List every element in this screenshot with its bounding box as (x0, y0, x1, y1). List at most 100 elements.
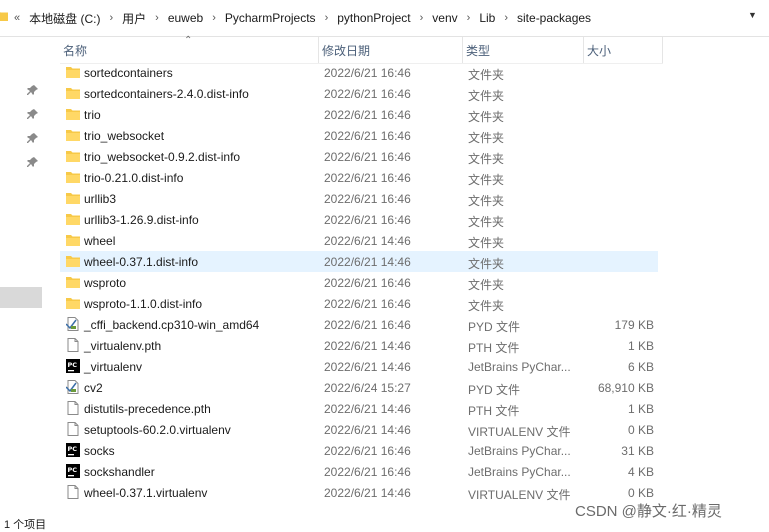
file-row[interactable]: trio_websocket-0.9.2.dist-info 2022/6/21 … (60, 146, 658, 167)
file-type: 文件夹 (468, 299, 505, 313)
breadcrumb-separator-icon[interactable]: › (420, 12, 424, 24)
folder-icon (66, 172, 80, 183)
pycharm-icon: PC (66, 464, 80, 478)
breadcrumb-overflow[interactable]: « (14, 12, 20, 24)
breadcrumb-item[interactable]: site-packages (517, 11, 591, 25)
address-bar[interactable]: « 本地磁盘 (C:) › 用户 › euweb › PycharmProjects › pyt… (0, 0, 769, 37)
file-date: 2022/6/21 16:46 (324, 276, 411, 290)
watermark: CSDN @静文·红·精灵 (575, 503, 722, 520)
file-row[interactable]: cv2 2022/6/24 15:27 PYD 文件 68,910 KB (60, 377, 658, 398)
file-date: 2022/6/21 16:46 (324, 465, 411, 479)
file-row[interactable]: _cffi_backend.cp310-win_amd64 2022/6/21 1… (60, 314, 658, 335)
file-type: 文件夹 (468, 215, 505, 229)
file-date: 2022/6/21 16:46 (324, 297, 411, 311)
file-name: wheel-0.37.1.virtualenv (84, 486, 208, 500)
svg-text:PC: PC (68, 466, 78, 474)
breadcrumb-item[interactable]: pythonProject (337, 11, 410, 25)
file-row[interactable]: sortedcontainers-2.4.0.dist-info 2022/6/2… (60, 83, 658, 104)
file-name: cv2 (84, 381, 103, 395)
file-type: VIRTUALENV 文件 (468, 425, 571, 439)
pycharm-icon: PC (66, 443, 80, 457)
file-size: 1 KB (627, 402, 654, 416)
folder-icon (66, 277, 80, 288)
file-name: wheel-0.37.1.dist-info (84, 255, 199, 269)
file-date: 2022/6/21 16:46 (324, 108, 411, 122)
file-date: 2022/6/21 14:46 (324, 360, 411, 374)
file-row[interactable]: PC socks 2022/6/21 16:46 JetBrains PyChar..… (60, 440, 658, 461)
file-type: JetBrains PyChar... (468, 444, 571, 458)
breadcrumb-item[interactable]: Lib (479, 11, 495, 25)
file-row[interactable]: sortedcontainers 2022/6/21 16:46 文件夹 (60, 62, 658, 83)
file-icon (67, 401, 79, 415)
file-type: PTH 文件 (468, 404, 520, 418)
file-row[interactable]: _virtualenv.pth 2022/6/21 14:46 PTH 文件 1 KB (60, 335, 658, 356)
breadcrumb-separator-icon[interactable]: › (212, 12, 216, 24)
file-date: 2022/6/21 16:46 (324, 171, 411, 185)
breadcrumb-item[interactable]: 本地磁盘 (C:) (29, 10, 100, 27)
folder-icon (66, 256, 80, 267)
breadcrumb-separator-icon[interactable]: › (325, 12, 329, 24)
file-type: PTH 文件 (468, 341, 520, 355)
folder-icon (66, 298, 80, 309)
file-row[interactable]: wheel-0.37.1.virtualenv 2022/6/21 14:46 VI… (60, 482, 658, 503)
breadcrumb: « 本地磁盘 (C:) › 用户 › euweb › PycharmProjects › pyt… (14, 10, 591, 26)
folder-icon (66, 109, 80, 120)
file-type: 文件夹 (468, 257, 505, 271)
breadcrumb-item[interactable]: euweb (168, 11, 203, 25)
file-icon (67, 485, 79, 499)
file-row[interactable]: trio 2022/6/21 16:46 文件夹 (60, 104, 658, 125)
breadcrumb-separator-icon[interactable]: › (109, 12, 113, 24)
file-row[interactable]: wsproto 2022/6/21 16:46 文件夹 (60, 272, 658, 293)
breadcrumb-item[interactable]: PycharmProjects (225, 11, 316, 25)
pin-icon (27, 109, 38, 119)
nav-selected-item[interactable] (0, 287, 42, 308)
file-row[interactable]: wsproto-1.1.0.dist-info 2022/6/21 16:46 文件… (60, 293, 658, 314)
file-date: 2022/6/21 14:46 (324, 423, 411, 437)
file-type: PYD 文件 (468, 320, 521, 334)
navigation-pane[interactable] (0, 37, 43, 515)
svg-text:PC: PC (68, 445, 78, 453)
folder-icon (66, 214, 80, 225)
file-row[interactable]: trio-0.21.0.dist-info 2022/6/21 16:46 文件夹 (60, 167, 658, 188)
status-bar-text: 1 个项目 (4, 519, 47, 531)
file-list[interactable]: sortedcontainers 2022/6/21 16:46 文件夹 sorted… (60, 52, 663, 517)
breadcrumb-item[interactable]: 用户 (122, 10, 146, 27)
file-date: 2022/6/21 16:46 (324, 66, 411, 80)
file-name: sortedcontainers-2.4.0.dist-info (84, 87, 249, 101)
file-row[interactable]: trio_websocket 2022/6/21 16:46 文件夹 (60, 125, 658, 146)
file-row[interactable]: urllib3-1.26.9.dist-info 2022/6/21 16:46 文… (60, 209, 658, 230)
file-row[interactable]: wheel-0.37.1.dist-info 2022/6/21 14:46 文件夹 (60, 251, 658, 272)
file-type: 文件夹 (468, 236, 505, 250)
svg-text:PC: PC (68, 361, 78, 369)
file-name: urllib3-1.26.9.dist-info (84, 213, 199, 227)
folder-icon (66, 130, 80, 141)
breadcrumb-item[interactable]: venv (432, 11, 457, 25)
file-name: wsproto-1.1.0.dist-info (84, 297, 203, 311)
file-row[interactable]: wheel 2022/6/21 14:46 文件夹 (60, 230, 658, 251)
file-size: 0 KB (627, 423, 654, 437)
file-date: 2022/6/21 14:46 (324, 339, 411, 353)
breadcrumb-separator-icon[interactable]: › (155, 12, 159, 24)
file-row[interactable]: PC _virtualenv 2022/6/21 14:46 JetBrains Py… (60, 356, 658, 377)
file-row[interactable]: PC sockshandler 2022/6/21 16:46 JetBrains P… (60, 461, 658, 482)
file-date: 2022/6/21 14:46 (324, 402, 411, 416)
file-type: 文件夹 (468, 68, 505, 82)
file-date: 2022/6/21 14:46 (324, 255, 411, 269)
chevron-down-icon[interactable]: ▼ (748, 10, 757, 20)
folder-icon (0, 12, 8, 21)
breadcrumb-separator-icon[interactable]: › (504, 12, 508, 24)
file-name: _cffi_backend.cp310-win_amd64 (84, 318, 260, 332)
pin-icon (27, 133, 38, 143)
file-size: 4 KB (627, 465, 654, 479)
file-row[interactable]: urllib3 2022/6/21 16:46 文件夹 (60, 188, 658, 209)
file-name: _virtualenv (84, 360, 143, 374)
file-date: 2022/6/21 16:46 (324, 150, 411, 164)
breadcrumb-separator-icon[interactable]: › (467, 12, 471, 24)
file-row[interactable]: distutils-precedence.pth 2022/6/21 14:46 P… (60, 398, 658, 419)
file-icon (67, 422, 79, 436)
file-date: 2022/6/21 16:46 (324, 444, 411, 458)
file-row[interactable]: setuptools-60.2.0.virtualenv 2022/6/21 14… (60, 419, 658, 440)
file-name: trio_websocket (84, 129, 165, 143)
file-name: wheel (84, 234, 116, 248)
file-size: 31 KB (621, 444, 654, 458)
